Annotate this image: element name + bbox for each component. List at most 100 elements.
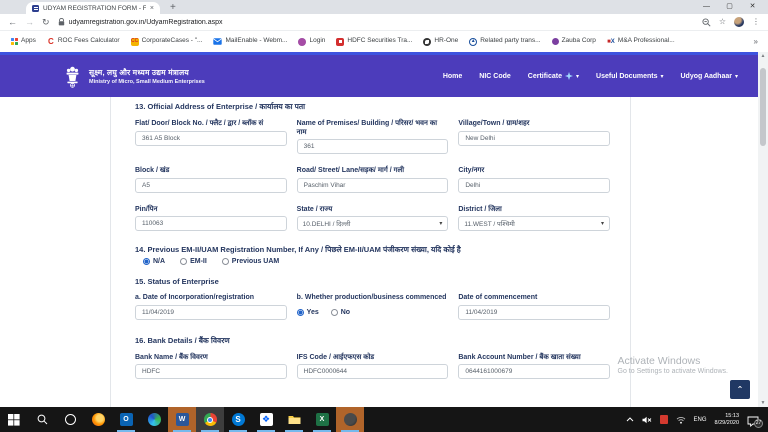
page-scrollbar[interactable]: ▲ ▼ (758, 52, 768, 407)
commenced-radios: Yes No (297, 309, 449, 316)
reload-icon[interactable]: ↻ (42, 18, 50, 27)
bookmark-zauba-corp[interactable]: Zauba Corp (552, 38, 596, 45)
taskbar-word[interactable]: W (168, 407, 196, 432)
bookmark-mailenable[interactable]: MailEnable - Webm... (213, 38, 287, 45)
radio-na[interactable]: N/A (143, 258, 165, 265)
commencement-date-input[interactable] (458, 305, 610, 320)
nav-certificate[interactable]: Certificate ▾ (528, 72, 579, 80)
road-input[interactable] (297, 178, 449, 193)
block-input[interactable] (135, 178, 287, 193)
nav-useful-documents[interactable]: Useful Documents▾ (596, 73, 663, 80)
bookmark-hr-one[interactable]: HR-One (423, 38, 458, 46)
hr-one-icon (423, 38, 431, 46)
close-button[interactable]: ✕ (741, 0, 764, 13)
field-flat: Flat/ Door/ Block No. / फ्लैट / द्वार / … (135, 120, 287, 146)
maximize-button[interactable]: ▢ (718, 0, 741, 13)
screen: UDYAM REGISTRATION FORM - F × + — ▢ ✕ ← … (0, 0, 768, 432)
district-select[interactable]: 11.WEST / पश्चिमी▾ (458, 216, 610, 231)
taskbar-firefox[interactable] (84, 407, 112, 432)
city-input[interactable] (458, 178, 610, 193)
language-indicator[interactable]: ENG (694, 417, 707, 423)
chevron-down-icon: ▾ (601, 220, 604, 227)
field-commenced: b. Whether production/business commenced… (297, 294, 449, 316)
field-bank-name: Bank Name / बैंक विवरण (135, 354, 287, 380)
taskbar-skype[interactable]: S (224, 407, 252, 432)
tab-close-icon[interactable]: × (150, 5, 154, 12)
browser-tab[interactable]: UDYAM REGISTRATION FORM - F × (26, 2, 160, 14)
zoom-icon[interactable] (702, 18, 711, 27)
radio-no[interactable]: No (331, 309, 350, 316)
taskbar-search-button[interactable] (28, 407, 56, 432)
bookmarks-overflow-icon[interactable]: » (754, 37, 758, 46)
start-button[interactable] (0, 407, 28, 432)
bank-row: Bank Name / बैंक विवरण IFS Code / आईएफएस… (135, 354, 610, 380)
field-district: District / जिला 11.WEST / पश्चिमी▾ (458, 206, 610, 232)
scroll-down-icon[interactable]: ▼ (761, 399, 766, 407)
radio-icon (180, 258, 187, 265)
nav-udyog-aadhaar[interactable]: Udyog Aadhaar▾ (681, 73, 739, 80)
taskbar-clock[interactable]: 15:13 8/29/2020 (715, 413, 739, 427)
pin-input[interactable] (135, 216, 287, 231)
account-number-input[interactable] (458, 364, 610, 379)
bookmark-login[interactable]: Login (298, 38, 325, 46)
taskbar-chrome[interactable] (196, 407, 224, 432)
taskbar-edge[interactable] (140, 407, 168, 432)
radio-yes[interactable]: Yes (297, 309, 319, 316)
ifs-code-input[interactable] (297, 364, 449, 379)
nav-nic-code[interactable]: NIC Code (479, 73, 511, 80)
clock-date: 8/29/2020 (715, 420, 739, 427)
bookmark-apps[interactable]: Apps (10, 38, 36, 46)
bank-name-input[interactable] (135, 364, 287, 379)
state-select[interactable]: 10.DELHI / दिल्ली▾ (297, 216, 449, 231)
volume-muted-icon[interactable] (642, 416, 652, 424)
section-13-title: 13. Official Address of Enterprise / कार… (135, 102, 610, 111)
antivirus-tray-icon[interactable] (660, 415, 668, 424)
bookmark-hdfc-securities[interactable]: HDFC Securities Tra... (336, 38, 412, 46)
bookmark-ma-professional[interactable]: ■X M&A Professional... (607, 38, 675, 46)
profile-avatar[interactable] (734, 17, 744, 27)
taskbar-file-explorer[interactable] (280, 407, 308, 432)
scroll-to-top-button[interactable]: ⌃ (730, 380, 750, 399)
ministry-title: सूक्ष्म, लघु और मध्यम उद्यम मंत्रालय Min… (89, 68, 205, 85)
taskbar-outlook[interactable]: O (112, 407, 140, 432)
firefox-icon (92, 413, 105, 426)
address-row-1: Flat/ Door/ Block No. / फ्लैट / द्वार / … (135, 120, 610, 154)
premises-input[interactable] (297, 139, 449, 154)
taskbar-dropbox[interactable]: ❖ (252, 407, 280, 432)
field-premises: Name of Premises/ Building / परिसर/ भवन … (297, 120, 449, 154)
cortana-button[interactable] (56, 407, 84, 432)
new-tab-button[interactable]: + (170, 3, 176, 13)
status-row: a. Date of Incorporation/registration b.… (135, 294, 610, 320)
omnibox[interactable]: udyamregistration.gov.in/UdyamRegistrati… (58, 18, 694, 26)
cortana-icon (65, 414, 76, 425)
tray-chevron-up-icon[interactable] (626, 417, 634, 422)
bookmark-corporatecases[interactable]: CC CorporateCases - "... (131, 38, 203, 46)
back-icon[interactable]: ← (8, 18, 17, 27)
window-controls: — ▢ ✕ (695, 0, 764, 13)
bookmark-roc-fees[interactable]: C ROC Fees Calculator (47, 38, 120, 46)
minimize-button[interactable]: — (695, 0, 718, 13)
forward-icon[interactable]: → (25, 18, 34, 27)
scroll-up-icon[interactable]: ▲ (761, 52, 766, 60)
taskbar-app[interactable] (336, 407, 364, 432)
incorporation-date-input[interactable] (135, 305, 287, 320)
action-center-button[interactable]: 27 (747, 414, 760, 426)
radio-icon (222, 258, 229, 265)
radio-emii[interactable]: EM-II (180, 258, 207, 265)
commencement-label: Date of commencement (458, 294, 610, 303)
bookmark-related-party[interactable]: ▲ Related party trans... (469, 38, 540, 46)
network-icon[interactable] (676, 416, 686, 424)
nav-home[interactable]: Home (443, 73, 462, 80)
radio-previous-uam[interactable]: Previous UAM (222, 258, 279, 265)
scrollbar-thumb[interactable] (760, 68, 766, 146)
bookmark-star-icon[interactable]: ☆ (719, 18, 726, 26)
url-text: udyamregistration.gov.in/UdyamRegistrati… (69, 19, 223, 26)
windows-logo-icon (8, 414, 20, 426)
village-input[interactable] (458, 131, 610, 146)
flat-input[interactable] (135, 131, 287, 146)
activate-windows-watermark: Activate Windows Go to Settings to activ… (618, 355, 729, 376)
browser-menu-icon[interactable]: ⋮ (752, 18, 760, 26)
taskbar-excel[interactable]: X (308, 407, 336, 432)
radio-icon (331, 309, 338, 316)
chevron-down-icon: ▾ (660, 74, 663, 80)
